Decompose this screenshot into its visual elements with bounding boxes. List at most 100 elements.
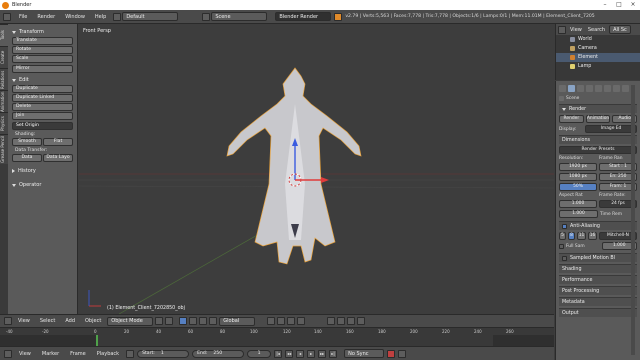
render-preview-icon[interactable] bbox=[357, 317, 366, 325]
object-tab-icon[interactable] bbox=[604, 84, 611, 92]
scene-icon[interactable] bbox=[202, 12, 211, 21]
display-dropdown[interactable]: Image Ed bbox=[585, 125, 637, 133]
editor-type-icon[interactable] bbox=[4, 349, 12, 358]
start-frame-field[interactable]: Start: 1 bbox=[137, 349, 190, 358]
play-reverse-icon[interactable]: ◂ bbox=[296, 349, 305, 358]
timeline-menu-marker[interactable]: Marker bbox=[38, 351, 63, 357]
render-button[interactable]: Render bbox=[559, 115, 584, 123]
editor-type-icon[interactable] bbox=[558, 25, 566, 34]
post-processing-panel-header[interactable]: Post Processing bbox=[559, 286, 637, 295]
delete-button[interactable]: Delete bbox=[12, 103, 73, 111]
outliner-item-world[interactable]: World bbox=[556, 35, 640, 44]
layer-button-icon[interactable] bbox=[287, 317, 296, 325]
editor-type-icon[interactable] bbox=[4, 317, 12, 325]
modifiers-tab-icon[interactable] bbox=[613, 84, 620, 92]
render-panel-header[interactable]: Render bbox=[559, 104, 637, 113]
layer-button-icon[interactable] bbox=[297, 317, 306, 325]
tab-relations[interactable]: Relations bbox=[0, 68, 8, 90]
outliner-item-element[interactable]: Element bbox=[556, 53, 640, 62]
maximize-icon[interactable]: □ bbox=[612, 0, 626, 10]
menu-object[interactable]: Object bbox=[81, 318, 105, 324]
data-button[interactable]: Data bbox=[12, 154, 42, 162]
scene-dropdown[interactable]: Scene bbox=[211, 12, 268, 21]
aa-samples-11[interactable]: 11 bbox=[577, 232, 586, 240]
scale-manipulator-icon[interactable] bbox=[209, 317, 218, 325]
scale-button[interactable]: Scale bbox=[12, 55, 73, 63]
menu-file[interactable]: File bbox=[14, 14, 32, 20]
minimize-icon[interactable]: – bbox=[598, 0, 612, 10]
set-origin-dropdown[interactable]: Set Origin bbox=[12, 122, 73, 130]
close-icon[interactable]: × bbox=[626, 0, 640, 10]
tab-tools[interactable]: Tools bbox=[0, 24, 8, 46]
full-sample-checkbox[interactable] bbox=[559, 243, 564, 249]
snap-icon[interactable] bbox=[327, 317, 336, 325]
outliner-menu-search[interactable]: Search bbox=[586, 27, 607, 33]
aa-samples-8[interactable]: 8 bbox=[568, 232, 575, 240]
outliner-menu-view[interactable]: View bbox=[568, 27, 584, 33]
history-panel-header[interactable]: History bbox=[12, 167, 73, 175]
material-tab-icon[interactable] bbox=[622, 84, 629, 92]
motion-blur-panel-header[interactable]: Sampled Motion Bl bbox=[559, 253, 637, 262]
timeline-menu-playback[interactable]: Playback bbox=[93, 351, 123, 357]
editor-type-icon[interactable] bbox=[3, 12, 11, 21]
aa-samples-5[interactable]: 5 bbox=[559, 232, 566, 240]
manipulator-toggle-icon[interactable] bbox=[179, 317, 188, 325]
menu-add[interactable]: Add bbox=[61, 318, 79, 324]
play-icon[interactable]: ▸ bbox=[307, 349, 316, 358]
animation-button[interactable]: Animation bbox=[585, 115, 611, 123]
smooth-button[interactable]: Smooth bbox=[12, 138, 42, 146]
render-presets-dropdown[interactable]: Render Presets bbox=[559, 146, 637, 154]
menu-select[interactable]: Select bbox=[36, 318, 59, 324]
mode-dropdown[interactable]: Object Mode bbox=[107, 316, 154, 326]
anti-aliasing-panel-header[interactable]: Anti-Aliasing bbox=[559, 221, 637, 230]
preview-range-icon[interactable] bbox=[126, 349, 135, 358]
translate-button[interactable]: Translate bbox=[12, 37, 73, 45]
render-engine-dropdown[interactable]: Blender Render bbox=[275, 12, 332, 21]
tab-physics[interactable]: Physics bbox=[0, 112, 8, 134]
screen-layout-icon[interactable] bbox=[113, 12, 122, 21]
flat-button[interactable]: Flat bbox=[43, 138, 73, 146]
3d-viewport[interactable]: Front Persp (1) Element_Client_7202850_o… bbox=[79, 24, 554, 314]
keying-set-icon[interactable] bbox=[398, 349, 407, 358]
mirror-button[interactable]: Mirror bbox=[12, 65, 73, 73]
aa-samples-16[interactable]: 16 bbox=[588, 232, 597, 240]
editor-type-icon[interactable] bbox=[559, 84, 566, 92]
edit-panel-header[interactable]: Edit bbox=[12, 76, 73, 84]
viewport-shading-icon[interactable] bbox=[155, 317, 164, 325]
tab-grease-pencil[interactable]: Grease Pencil bbox=[0, 134, 8, 164]
operator-panel-header[interactable]: Operator bbox=[12, 181, 73, 189]
output-panel-header[interactable]: Output bbox=[559, 308, 637, 317]
resolution-y-field[interactable]: 1080 px bbox=[559, 173, 597, 181]
rotate-manipulator-icon[interactable] bbox=[199, 317, 208, 325]
layer-button-icon[interactable] bbox=[277, 317, 286, 325]
rotate-button[interactable]: Rotate bbox=[12, 46, 73, 54]
resolution-percent-field[interactable]: 50% bbox=[559, 183, 597, 191]
join-button[interactable]: Join bbox=[12, 112, 73, 120]
timeline-menu-frame[interactable]: Frame bbox=[66, 351, 90, 357]
aspect-x-field[interactable]: 1.000 bbox=[559, 200, 597, 208]
menu-window[interactable]: Window bbox=[60, 14, 90, 20]
properties-scrollbar[interactable] bbox=[631, 85, 635, 355]
tab-create[interactable]: Create bbox=[0, 46, 8, 68]
menu-help[interactable]: Help bbox=[90, 14, 111, 20]
next-keyframe-icon[interactable]: ▸▸ bbox=[318, 349, 327, 358]
anti-aliasing-checkbox[interactable] bbox=[562, 223, 567, 229]
record-icon[interactable] bbox=[387, 349, 396, 358]
metadata-panel-header[interactable]: Metadata bbox=[559, 297, 637, 306]
duplicate-button[interactable]: Duplicate bbox=[12, 85, 73, 93]
proportional-edit-icon[interactable] bbox=[347, 317, 356, 325]
timeline-menu-view[interactable]: View bbox=[15, 351, 35, 357]
translate-manipulator-icon[interactable] bbox=[189, 317, 198, 325]
viewport-canvas[interactable] bbox=[79, 24, 554, 314]
screen-layout-dropdown[interactable]: Default bbox=[122, 12, 179, 21]
scene-tab-icon[interactable] bbox=[586, 84, 593, 92]
prev-keyframe-icon[interactable]: ◂◂ bbox=[285, 349, 294, 358]
timeline-area[interactable]: -40 -20 0 20 40 60 80 100 120 140 160 18… bbox=[0, 327, 554, 347]
shading-panel-header[interactable]: Shading bbox=[559, 264, 637, 273]
motion-blur-checkbox[interactable] bbox=[562, 255, 567, 261]
jump-start-icon[interactable]: |◂ bbox=[274, 349, 283, 358]
snap-element-icon[interactable] bbox=[337, 317, 346, 325]
duplicate-linked-button[interactable]: Duplicate Linked bbox=[12, 94, 73, 102]
menu-view[interactable]: View bbox=[14, 318, 34, 324]
performance-panel-header[interactable]: Performance bbox=[559, 275, 637, 284]
